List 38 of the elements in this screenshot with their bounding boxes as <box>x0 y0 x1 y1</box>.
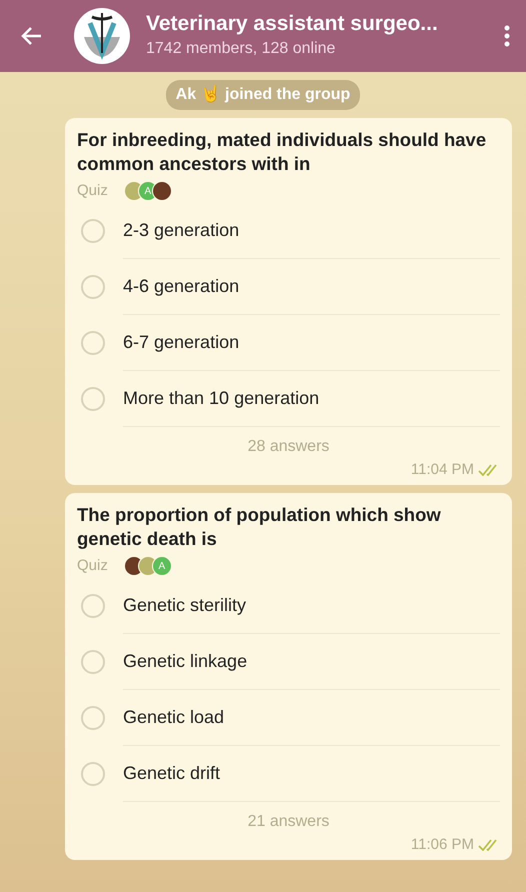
poll-type-label: Quiz <box>77 181 108 202</box>
poll-option[interactable]: 4-6 generation <box>77 258 500 315</box>
menu-icon[interactable] <box>504 25 510 47</box>
radio-button[interactable] <box>81 594 105 618</box>
poll-option[interactable]: More than 10 generation <box>77 370 500 427</box>
radio-button[interactable] <box>81 386 105 411</box>
poll-option[interactable]: Genetic sterility <box>77 578 500 634</box>
radio-button[interactable] <box>81 650 105 674</box>
poll-type-label: Quiz <box>77 556 108 576</box>
option-label: Genetic linkage <box>123 650 248 673</box>
radio-button[interactable] <box>81 762 105 786</box>
service-message: Ak 🤘 joined the group <box>166 80 360 110</box>
poll-option[interactable]: Genetic load <box>77 690 500 746</box>
answer-count: 21 answers <box>248 812 330 830</box>
poll-option[interactable]: 2-3 generation <box>77 202 500 259</box>
message-time: 11:04 PM <box>410 460 474 480</box>
option-label: More than 10 generation <box>123 386 320 410</box>
answer-count: 28 answers <box>248 438 330 455</box>
radio-button[interactable] <box>81 330 105 355</box>
poll-question: For inbreeding, mated individuals should have common ancestors with in <box>77 128 488 176</box>
poll-option[interactable]: 6-7 generation <box>77 314 500 371</box>
poll-question: The proportion of population which show genetic death is <box>77 503 442 552</box>
option-label: 6-7 generation <box>123 330 240 354</box>
option-label: Genetic sterility <box>123 594 246 617</box>
radio-button[interactable] <box>81 274 105 299</box>
poll-option[interactable]: Genetic linkage <box>77 634 500 690</box>
voter-avatar: A <box>152 556 172 576</box>
poll-option[interactable]: Genetic drift <box>77 746 500 802</box>
member-count: 1742 members, 128 online <box>146 38 336 59</box>
option-label: Genetic drift <box>123 762 220 785</box>
radio-button[interactable] <box>81 706 105 730</box>
back-icon[interactable] <box>20 26 42 46</box>
option-label: Genetic load <box>123 706 224 729</box>
option-label: 4-6 generation <box>123 274 240 298</box>
radio-button[interactable] <box>81 218 105 243</box>
message-time: 11:06 PM <box>410 834 474 855</box>
option-label: 2-3 generation <box>123 218 240 242</box>
chat-title: Veterinary assistant surgeo... <box>146 11 439 37</box>
